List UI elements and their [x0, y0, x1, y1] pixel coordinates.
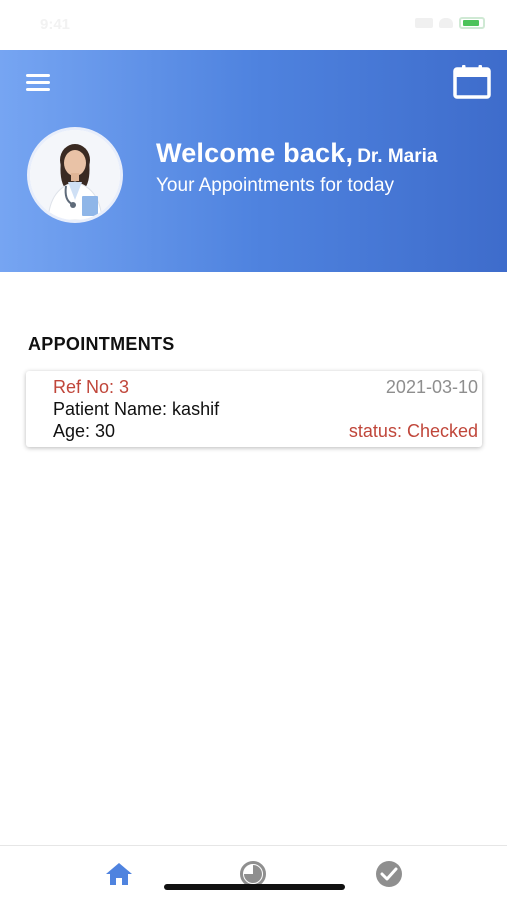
welcome-line: Welcome back, Dr. Maria	[156, 138, 437, 169]
header: Welcome back, Dr. Maria Your Appointments…	[0, 50, 507, 272]
menu-icon-line	[26, 81, 50, 84]
home-icon	[106, 863, 132, 885]
home-indicator	[164, 884, 345, 890]
tab-completed[interactable]	[374, 859, 404, 889]
status-bar: 9:41	[0, 0, 507, 50]
wifi-icon	[439, 18, 453, 28]
status-time: 9:41	[40, 16, 71, 33]
appointment-date: 2021-03-10	[385, 377, 478, 397]
tab-home[interactable]	[104, 859, 134, 889]
battery-icon	[459, 17, 485, 29]
ref-number: Ref No: 3	[53, 377, 130, 397]
section-title: APPOINTMENTS	[28, 334, 175, 354]
patient-age: Age: 30	[53, 421, 116, 441]
doctor-avatar-image	[30, 130, 120, 220]
status-icons	[415, 17, 485, 29]
menu-icon	[26, 74, 50, 77]
patient-name: Patient Name: kashif	[53, 399, 220, 419]
welcome-text: Welcome back,	[156, 138, 354, 168]
status-badge: status: Checked	[348, 421, 478, 441]
tab-bar	[0, 845, 507, 900]
avatar	[27, 127, 123, 223]
menu-icon-line	[26, 88, 50, 91]
doctor-name: Dr. Maria	[357, 146, 438, 167]
check-icon	[376, 861, 402, 887]
header-subtitle: Your Appointments for today	[156, 175, 395, 196]
appointment-card[interactable]: Ref No: 3 2021-03-10 Patient Name: kashi…	[26, 371, 482, 447]
calendar-icon	[453, 65, 491, 99]
menu-button[interactable]	[26, 74, 52, 94]
signal-icon	[415, 18, 433, 28]
calendar-button[interactable]	[452, 64, 492, 100]
